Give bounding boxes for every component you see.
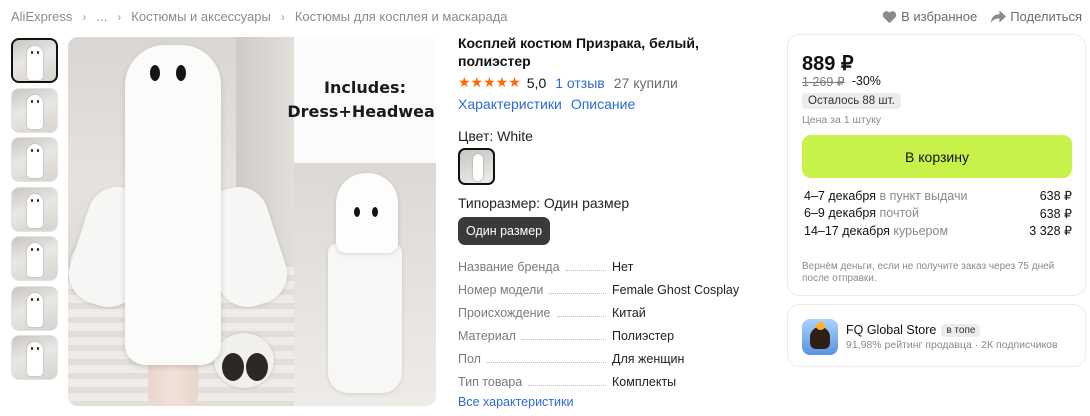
all-specs-link[interactable]: Все характеристики	[458, 395, 768, 409]
share-label: Поделиться	[1010, 9, 1082, 24]
current-price: 889 ₽	[802, 53, 854, 75]
bought-count: 27 купили	[613, 74, 678, 91]
thumbnail-3[interactable]	[11, 137, 58, 182]
includes-line-2: Dress+Headwear	[287, 102, 436, 121]
info-tabs: Характеристики Описание	[458, 96, 768, 112]
size-option-button[interactable]: Один размер	[458, 217, 551, 245]
delivery-date: 4–7 декабря	[804, 188, 877, 203]
photo-ghost-back	[294, 163, 436, 406]
includes-line-1: Includes:	[324, 78, 406, 97]
unit-price-note: Цена за 1 штуку	[802, 114, 882, 126]
size-label: Типоразмер: Один размер	[458, 195, 630, 211]
heart-icon	[882, 10, 897, 23]
main-product-image[interactable]: Includes: Dress+Headwear	[68, 37, 436, 406]
spec-value: Для женщин	[612, 351, 685, 366]
delivery-cost: 638 ₽	[1039, 206, 1072, 221]
product-info: Косплей костюм Призрака, белый, полиэсте…	[458, 34, 768, 409]
spec-value: Комплекты	[612, 374, 677, 389]
breadcrumb-item-ellipsis[interactable]: ...	[96, 9, 107, 24]
spec-row: Название бренда Нет	[458, 255, 768, 278]
share-icon	[991, 9, 1007, 23]
thumbnail-1[interactable]	[11, 38, 58, 83]
spec-key: Название бренда	[458, 259, 560, 274]
spec-value: Female Ghost Cosplay	[612, 282, 740, 297]
spec-row: Происхождение Китай	[458, 301, 768, 324]
chevron-right-icon: ›	[280, 9, 285, 24]
stock-badge: Осталось 88 шт.	[802, 93, 901, 109]
delivery-date: 6–9 декабря	[804, 206, 877, 221]
spec-value: Полиэстер	[612, 328, 675, 343]
delivery-method: почтой	[879, 206, 919, 221]
delivery-date: 14–17 декабря	[804, 223, 890, 238]
photo-ghost-front	[68, 37, 295, 406]
spec-value: Китай	[612, 305, 646, 320]
add-to-cart-button[interactable]: В корзину	[802, 135, 1072, 178]
spec-key: Пол	[458, 351, 481, 366]
favorite-button[interactable]: В избранное	[882, 9, 977, 24]
breadcrumb-item-aliexpress[interactable]: AliExpress	[11, 9, 72, 24]
delivery-row[interactable]: 6–9 декабря почтой 638 ₽	[804, 205, 1072, 223]
delivery-method: курьером	[893, 223, 949, 238]
delivery-row[interactable]: 14–17 декабря курьером 3 328 ₽	[804, 222, 1072, 240]
spec-row: Пол Для женщин	[458, 347, 768, 370]
delivery-row[interactable]: 4–7 декабря в пункт выдачи 638 ₽	[804, 187, 1072, 205]
spec-row: Номер модели Female Ghost Cosplay	[458, 278, 768, 301]
delivery-options: 4–7 декабря в пункт выдачи 638 ₽ 6–9 дек…	[804, 187, 1072, 240]
refund-note: Вернём деньги, если не получите заказ че…	[802, 261, 1055, 284]
spec-key: Тип товара	[458, 374, 523, 389]
thumbnail-6[interactable]	[11, 285, 58, 331]
breadcrumb-item-costumes[interactable]: Костюмы и аксессуары	[131, 9, 271, 24]
spec-key: Номер модели	[458, 282, 544, 297]
buy-box: 889 ₽ 1 269 ₽ -30% Осталось 88 шт. Цена …	[787, 34, 1086, 296]
breadcrumb-item-cosplay[interactable]: Костюмы для косплея и маскарада	[295, 9, 508, 24]
specs-list: Название бренда Нет Номер модели Female …	[458, 255, 768, 393]
spec-row: Тип товара Комплекты	[458, 370, 768, 393]
color-label: Цвет: White	[458, 128, 533, 144]
delivery-cost: 638 ₽	[1039, 189, 1072, 204]
store-meta: 91,98% рейтинг продавца · 2К подписчиков	[846, 339, 1058, 351]
rating-value: 5,0	[526, 74, 547, 91]
includes-caption: Includes: Dress+Headwear	[287, 37, 436, 163]
share-button[interactable]: Поделиться	[991, 9, 1082, 24]
spec-key: Материал	[458, 328, 516, 343]
spec-value: Нет	[612, 259, 634, 274]
spec-row: Материал Полиэстер	[458, 324, 768, 347]
old-price: 1 269 ₽	[802, 75, 845, 89]
store-avatar	[802, 319, 838, 355]
store-card[interactable]: FQ Global Store в топе 91,98% рейтинг пр…	[787, 304, 1086, 367]
chevron-right-icon: ›	[117, 9, 122, 24]
color-swatch-white[interactable]	[458, 148, 495, 185]
breadcrumb: AliExpress › ... › Костюмы и аксессуары …	[11, 9, 508, 24]
thumbnail-4[interactable]	[11, 186, 58, 232]
thumbnail-5[interactable]	[11, 236, 58, 281]
store-top-badge: в топе	[941, 323, 981, 337]
delivery-method: в пункт выдачи	[879, 188, 968, 203]
page-actions: В избранное Поделиться	[882, 9, 1082, 24]
thumbnail-list	[11, 38, 59, 385]
thumbnail-2[interactable]	[11, 87, 58, 133]
old-price-row: 1 269 ₽ -30%	[802, 74, 881, 89]
discount-badge: -30%	[851, 74, 881, 88]
delivery-cost: 3 328 ₽	[1029, 224, 1072, 239]
reviews-link[interactable]: 1 отзыв	[555, 75, 605, 91]
tab-description[interactable]: Описание	[571, 96, 635, 112]
product-title: Косплей костюм Призрака, белый, полиэсте…	[458, 35, 699, 69]
spec-key: Происхождение	[458, 305, 551, 320]
rating-row: ★★★★★ 5,0 1 отзыв 27 купили	[458, 74, 768, 91]
tab-specs[interactable]: Характеристики	[458, 96, 562, 112]
thumbnail-7[interactable]	[11, 335, 58, 380]
favorite-label: В избранное	[901, 9, 978, 24]
chevron-right-icon: ›	[82, 9, 87, 24]
store-name-row: FQ Global Store в топе	[846, 323, 981, 337]
store-name[interactable]: FQ Global Store	[846, 323, 936, 337]
star-rating-icon: ★★★★★	[458, 74, 521, 90]
